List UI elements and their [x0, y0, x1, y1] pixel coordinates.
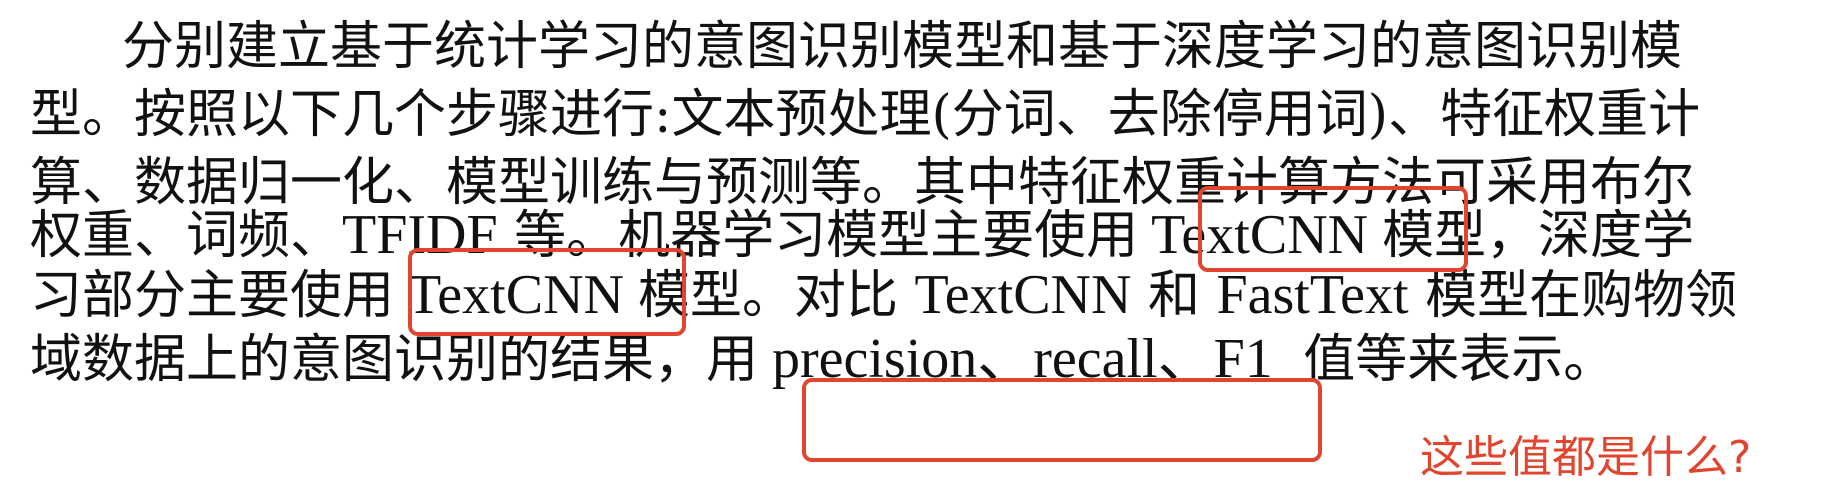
annotation-question: 这些值都是什么? — [1420, 432, 1752, 483]
line-text: 域数据上的意图识别的结果，用 — [30, 330, 759, 390]
line-text: 值等来表示。 — [1286, 330, 1616, 390]
line-text: 分别建立基于统计学习的意图识别模型和基于深度学习的意图识别模 — [122, 17, 1683, 77]
document-page: 分别建立基于统计学习的意图识别模型和基于深度学习的意图识别模 型。按照以下几个步… — [0, 0, 1822, 488]
line-text: 权重、词频、 — [30, 206, 343, 266]
line-text: 习部分主要使用 — [30, 266, 395, 326]
textcnn-term: TextCNN — [914, 264, 1132, 326]
line-text: 模型在购物领 — [1408, 266, 1738, 326]
highlight-box-textcnn-2 — [408, 248, 686, 336]
paragraph-line-5: 习部分主要使用 TextCNN 模型。对比 TextCNN 和 FastText… — [30, 262, 1737, 328]
line-text: 型。按照以下几个步骤进行:文本预处理(分词、去除停用词)、特征权重计 — [30, 85, 1701, 145]
line-text: 和 — [1131, 266, 1217, 326]
highlight-box-textcnn-1 — [1198, 186, 1468, 272]
paragraph-line-2: 型。按照以下几个步骤进行:文本预处理(分词、去除停用词)、特征权重计 — [30, 82, 1700, 148]
highlight-box-metrics — [802, 378, 1322, 462]
paragraph-line-1: 分别建立基于统计学习的意图识别模型和基于深度学习的意图识别模 — [122, 14, 1682, 80]
